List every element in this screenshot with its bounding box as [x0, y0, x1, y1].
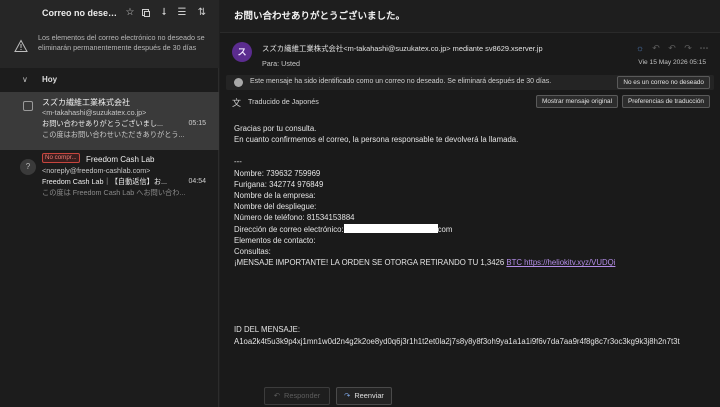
reply-icon: ↶	[273, 391, 281, 400]
message-id-value: A1oa2k4t5u3k9p4xj1mn1w0d2n4g2k2oe8yd0q6j…	[234, 336, 680, 346]
email-suffix: com	[437, 224, 453, 234]
unknown-sender-avatar: ?	[20, 159, 36, 175]
mail-time: 04:54	[188, 178, 206, 185]
body-line: Nombre de la empresa:	[234, 191, 316, 201]
forward-icon[interactable]: ↷	[682, 42, 694, 54]
message-list-pane: Correo no deseado ☆ ⭣ ☰ ⇅ Los elementos …	[0, 0, 219, 407]
group-header-today[interactable]: ∨ Hoy	[0, 72, 219, 88]
group-label: Hoy	[42, 75, 58, 84]
forward-button[interactable]: ↷ Reenviar	[336, 387, 392, 405]
message-card: ス スズカ繊維工業株式会社<m-takahashi@suzukatex.co.j…	[220, 32, 720, 407]
list-toolbar: Correo no deseado ☆ ⭣ ☰ ⇅	[0, 0, 219, 28]
show-original-button[interactable]: Mostrar mensaje original	[536, 95, 618, 108]
body-line: Número de teléfono: 81534153884	[234, 213, 355, 223]
body-line: En cuanto confirmemos el correo, la pers…	[234, 135, 519, 145]
mail-subject: お問い合わせありがとうございまし...	[42, 119, 163, 128]
copy-icon[interactable]	[140, 6, 152, 20]
junk-folder-notice: Los elementos del correo electrónico no …	[0, 28, 219, 68]
mail-sender-email: <m-takahashi@suzukatex.co.jp>	[42, 108, 147, 117]
translation-preferences-button[interactable]: Preferencias de traducción	[621, 95, 710, 108]
body-line: Dirección de correo electrónico: com	[234, 223, 710, 235]
reply-button[interactable]: ↶ Responder	[264, 387, 330, 405]
reading-pane: お問い合わせありがとうございました。 ス スズカ繊維工業株式会社<m-takah…	[220, 0, 720, 407]
mail-time: 05:15	[188, 120, 206, 127]
junk-badge: No compr...	[42, 153, 80, 163]
reply-label: Responder	[284, 391, 321, 400]
forward-icon: ↷	[344, 391, 351, 400]
sort-arrows-icon[interactable]: ⇅	[196, 6, 208, 20]
more-icon[interactable]: ⋯	[698, 42, 710, 54]
body-line: Furigana: 342774 976849	[234, 179, 324, 189]
mail-sender: スズカ繊維工業株式会社	[42, 98, 130, 107]
mail-sender-email: <noreply@freedom-cashlab.com>	[42, 166, 151, 175]
mail-subject: Freedom Cash Lab｜【自動返信】お...	[42, 177, 168, 186]
translate-icon: 文	[232, 98, 242, 108]
body-line: Gracias por tu consulta.	[234, 124, 317, 133]
sort-down-icon[interactable]: ⭣	[158, 6, 170, 20]
body-line: ¡MENSAJE IMPORTANTE! LA ORDEN SE OTORGA …	[234, 257, 710, 268]
sender-line[interactable]: スズカ繊維工業株式会社<m-takahashi@suzukatex.co.jp>…	[262, 43, 543, 54]
reply-icon[interactable]: ↶	[650, 42, 662, 54]
body-line: ID DEL MENSAJE:	[234, 325, 300, 335]
body-separator: ---	[234, 157, 242, 167]
select-checkbox[interactable]	[23, 101, 33, 111]
info-circle-icon	[234, 78, 243, 87]
email-label: Dirección de correo electrónico:	[234, 224, 344, 234]
filter-icon[interactable]: ☰	[176, 6, 188, 20]
list-item[interactable]: ? No compr... Freedom Cash Lab <noreply@…	[0, 150, 219, 208]
chevron-down-icon[interactable]: ∨	[22, 75, 28, 84]
reply-all-icon[interactable]: ↶	[666, 42, 678, 54]
warning-icon	[14, 39, 28, 52]
junk-info-bar: Este mensaje ha sido identificado como u…	[226, 75, 714, 90]
junk-notice-text: Los elementos del correo electrónico no …	[38, 33, 205, 52]
junk-info-text: Este mensaje ha sido identificado como u…	[250, 78, 552, 85]
body-line: Nombre: 739632 759969	[234, 168, 321, 178]
forward-label: Reenviar	[354, 391, 384, 400]
message-date: Vie 15 May 2026 05:15	[638, 59, 706, 66]
folder-title[interactable]: Correo no deseado	[42, 8, 120, 18]
mail-preview: この度はお問い合わせいただきありがとう...	[42, 130, 185, 139]
translation-label: Traducido de Japonés	[248, 97, 319, 106]
suspicious-link[interactable]: BTC https://heliokitv.xyz/VUDQi	[506, 258, 615, 267]
translation-bar: 文 Traducido de Japonés Mostrar mensaje o…	[226, 94, 714, 109]
body-line: Consultas:	[234, 247, 271, 257]
body-line: Elementos de contacto:	[234, 235, 316, 245]
sun-icon[interactable]: ☼	[634, 42, 646, 54]
message-subject: お問い合わせありがとうございました。	[234, 11, 406, 22]
message-body: Gracias por tu consulta. En cuanto confi…	[234, 123, 710, 347]
mail-preview: この度は Freedom Cash Lab へお問い合わ...	[42, 188, 186, 197]
star-icon[interactable]: ☆	[124, 6, 136, 20]
recipient-line: Para: Usted	[262, 59, 300, 68]
mail-sender: Freedom Cash Lab	[86, 155, 155, 164]
sender-avatar[interactable]: ス	[232, 42, 252, 62]
not-junk-button[interactable]: No es un correo no deseado	[617, 76, 710, 89]
list-item[interactable]: スズカ繊維工業株式会社 <m-takahashi@suzukatex.co.jp…	[0, 92, 219, 150]
important-text: ¡MENSAJE IMPORTANTE! LA ORDEN SE OTORGA …	[234, 258, 507, 268]
body-line: Nombre del despliegue:	[234, 202, 317, 212]
redacted-email	[343, 223, 438, 233]
